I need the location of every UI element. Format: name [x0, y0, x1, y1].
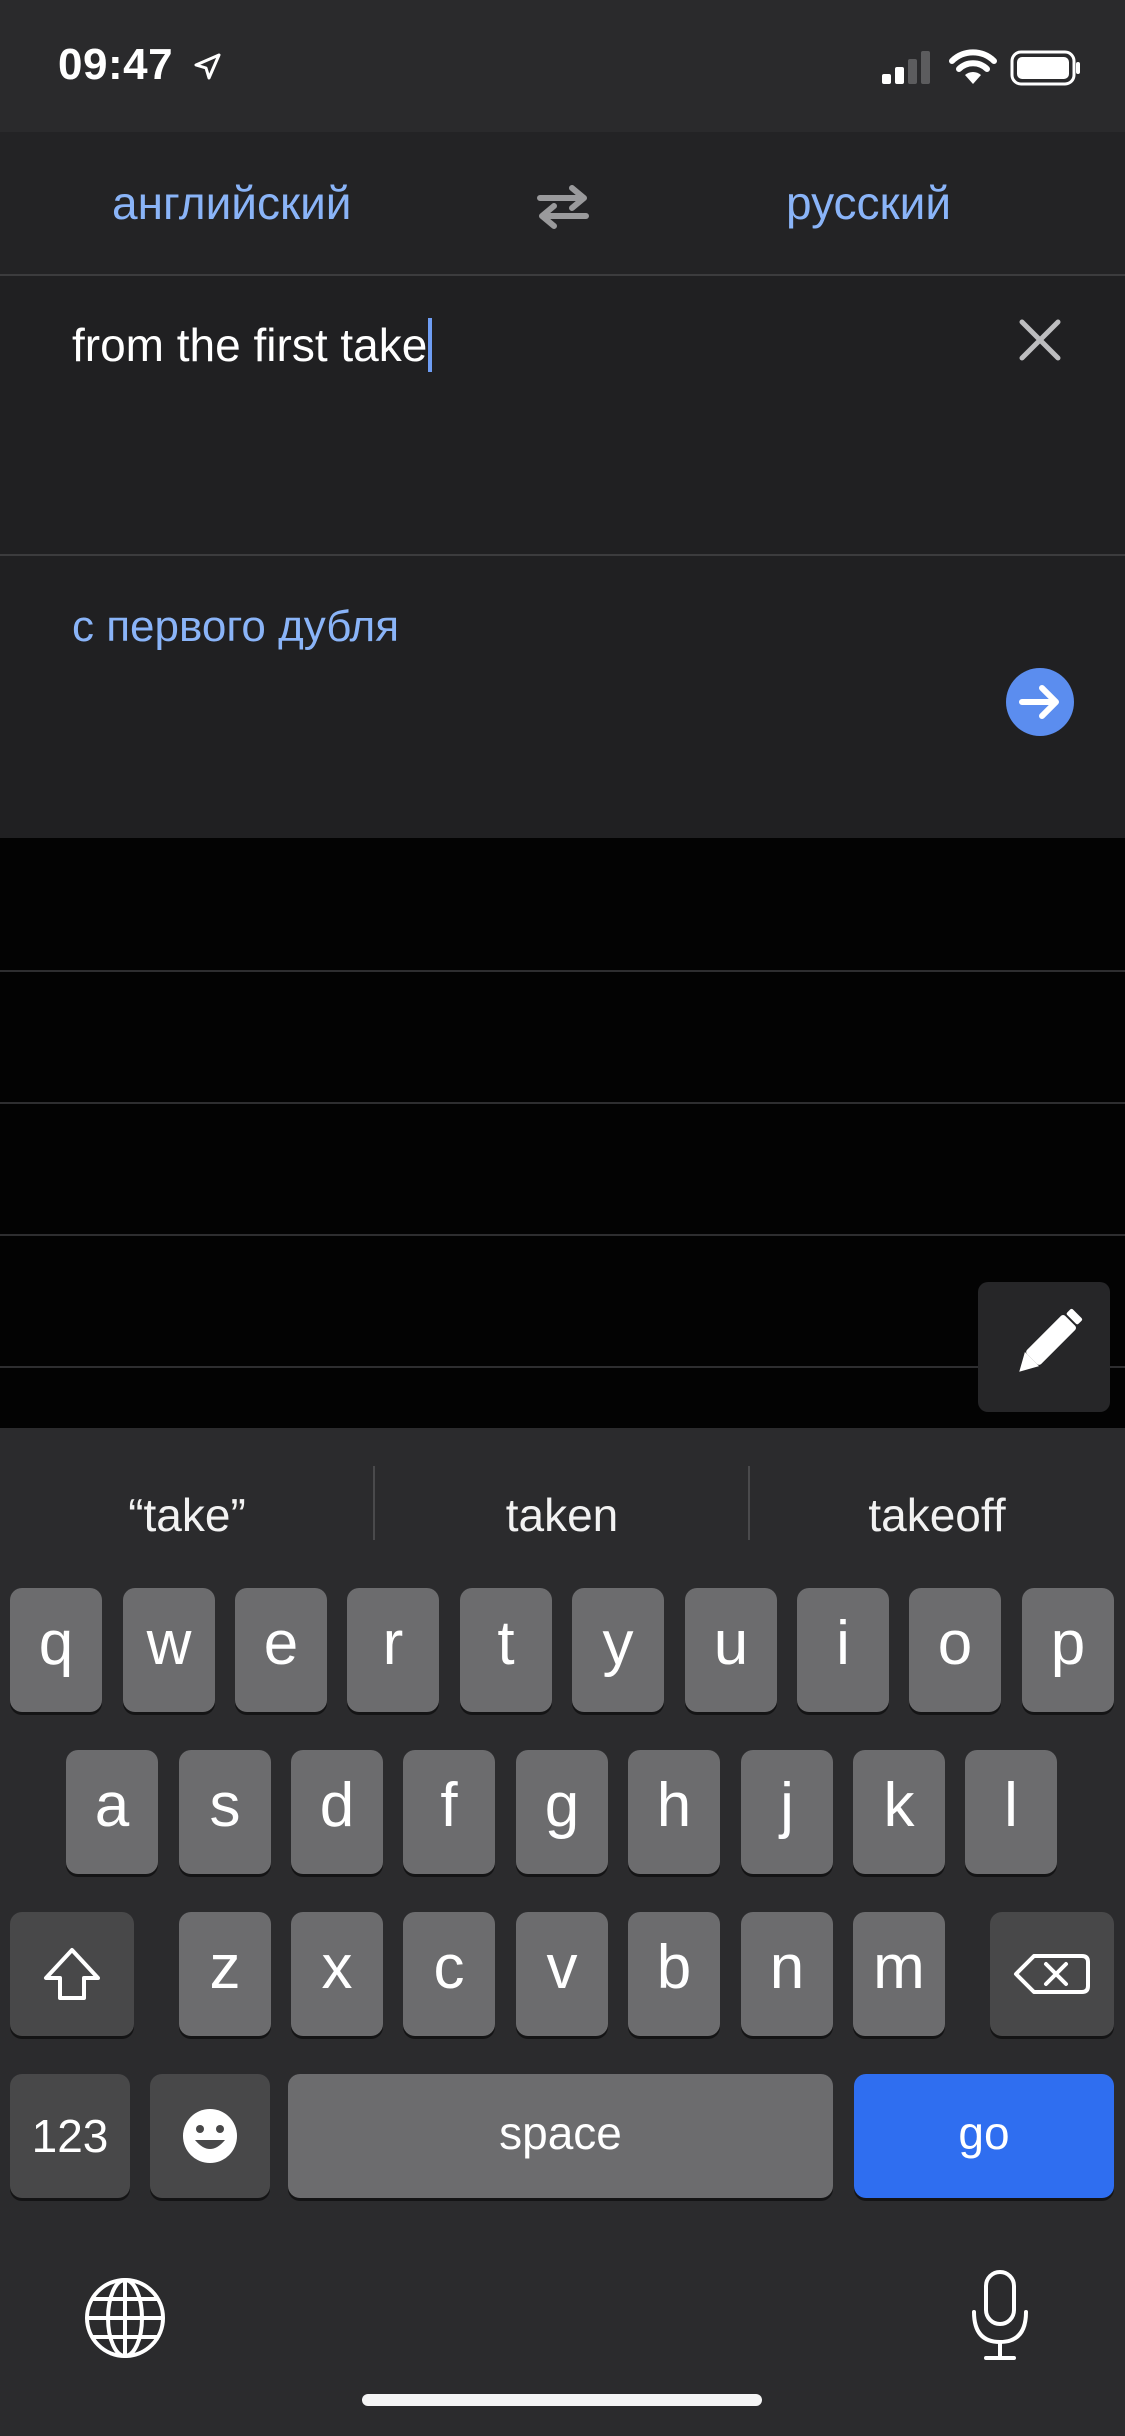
space-key[interactable]: space: [288, 2074, 833, 2198]
key-label: l: [1004, 1771, 1018, 1840]
key-label: m: [873, 1933, 925, 2002]
target-language-button[interactable]: русский: [786, 176, 951, 230]
key-label: x: [321, 1933, 353, 2002]
history-row[interactable]: [0, 972, 1125, 1104]
numbers-key[interactable]: 123: [10, 2074, 130, 2198]
key-label: h: [656, 1771, 692, 1840]
key-g[interactable]: g: [516, 1750, 608, 1874]
key-label: o: [937, 1609, 973, 1678]
keyboard: “take” taken takeoff q w e r t y u i o p…: [0, 1428, 1125, 2436]
status-time: 09:47: [58, 40, 174, 89]
key-label: a: [94, 1771, 130, 1840]
key-label: b: [656, 1933, 692, 2002]
shift-icon: [44, 1948, 100, 2000]
translation-card[interactable]: с первого дубля: [0, 556, 1125, 838]
wifi-icon: [949, 49, 997, 84]
key-label: w: [146, 1609, 192, 1678]
handwriting-button[interactable]: [978, 1282, 1110, 1412]
battery-icon: [1010, 50, 1080, 86]
close-icon[interactable]: [1018, 318, 1062, 362]
key-h[interactable]: h: [628, 1750, 720, 1874]
key-q[interactable]: q: [10, 1588, 102, 1712]
suggestion-1[interactable]: “take”: [0, 1478, 374, 1552]
key-label: go: [958, 2107, 1010, 2159]
status-bar: 09:47: [0, 0, 1125, 132]
source-text-input[interactable]: from the first take: [72, 317, 433, 372]
key-label: i: [836, 1609, 850, 1678]
key-label: q: [38, 1609, 74, 1678]
key-m[interactable]: m: [853, 1912, 945, 2036]
key-label: 123: [31, 2110, 109, 2162]
key-label: z: [209, 1933, 241, 2002]
key-l[interactable]: l: [965, 1750, 1057, 1874]
history-row[interactable]: [0, 840, 1125, 972]
key-label: y: [602, 1609, 634, 1678]
history-row[interactable]: [0, 1236, 1125, 1368]
emoji-icon: [183, 2109, 237, 2163]
key-c[interactable]: c: [403, 1912, 495, 2036]
key-label: j: [780, 1771, 794, 1840]
language-bar: английский русский: [0, 132, 1125, 276]
key-v[interactable]: v: [516, 1912, 608, 2036]
history-row[interactable]: [0, 1104, 1125, 1236]
key-b[interactable]: b: [628, 1912, 720, 2036]
key-label: n: [769, 1933, 805, 2002]
swap-arrows-icon[interactable]: [532, 184, 594, 230]
emoji-key[interactable]: [150, 2074, 270, 2198]
open-translation-button[interactable]: [1006, 668, 1074, 736]
key-y[interactable]: y: [572, 1588, 664, 1712]
key-d[interactable]: d: [291, 1750, 383, 1874]
key-label: d: [319, 1771, 355, 1840]
translation-text: с первого дубля: [72, 602, 400, 651]
suggestion-2[interactable]: taken: [375, 1478, 749, 1552]
key-w[interactable]: w: [123, 1588, 215, 1712]
backspace-icon: [1014, 1954, 1090, 1994]
signal-icon: [882, 51, 930, 84]
key-r[interactable]: r: [347, 1588, 439, 1712]
source-language-button[interactable]: английский: [112, 176, 352, 230]
key-x[interactable]: x: [291, 1912, 383, 2036]
key-i[interactable]: i: [797, 1588, 889, 1712]
home-indicator: [362, 2394, 762, 2406]
key-label: s: [209, 1771, 241, 1840]
key-s[interactable]: s: [179, 1750, 271, 1874]
key-label: v: [546, 1933, 578, 2002]
key-a[interactable]: a: [66, 1750, 158, 1874]
key-label: e: [263, 1609, 299, 1678]
key-label: u: [713, 1609, 749, 1678]
key-k[interactable]: k: [853, 1750, 945, 1874]
suggestion-3[interactable]: takeoff: [750, 1478, 1124, 1552]
key-label: k: [883, 1771, 915, 1840]
key-label: c: [433, 1933, 465, 2002]
location-arrow-icon: [194, 53, 221, 80]
shift-key[interactable]: [10, 1912, 134, 2036]
key-t[interactable]: t: [460, 1588, 552, 1712]
key-label: g: [544, 1771, 580, 1840]
go-key[interactable]: go: [854, 2074, 1114, 2198]
source-text-value: from the first take: [72, 319, 428, 371]
key-label: p: [1050, 1609, 1086, 1678]
key-label: t: [497, 1609, 515, 1678]
key-u[interactable]: u: [685, 1588, 777, 1712]
key-j[interactable]: j: [741, 1750, 833, 1874]
key-label: space: [499, 2107, 622, 2159]
text-cursor: [428, 317, 433, 372]
arrow-right-icon: [1019, 685, 1059, 719]
key-f[interactable]: f: [403, 1750, 495, 1874]
key-p[interactable]: p: [1022, 1588, 1114, 1712]
pen-icon: [1019, 1308, 1083, 1372]
microphone-icon[interactable]: [960, 2266, 1040, 2366]
globe-icon[interactable]: [80, 2273, 170, 2363]
key-o[interactable]: o: [909, 1588, 1001, 1712]
source-text-area[interactable]: from the first take: [0, 276, 1125, 556]
key-e[interactable]: e: [235, 1588, 327, 1712]
key-label: f: [440, 1771, 458, 1840]
backspace-key[interactable]: [990, 1912, 1114, 2036]
key-n[interactable]: n: [741, 1912, 833, 2036]
key-label: r: [382, 1609, 404, 1678]
key-z[interactable]: z: [179, 1912, 271, 2036]
